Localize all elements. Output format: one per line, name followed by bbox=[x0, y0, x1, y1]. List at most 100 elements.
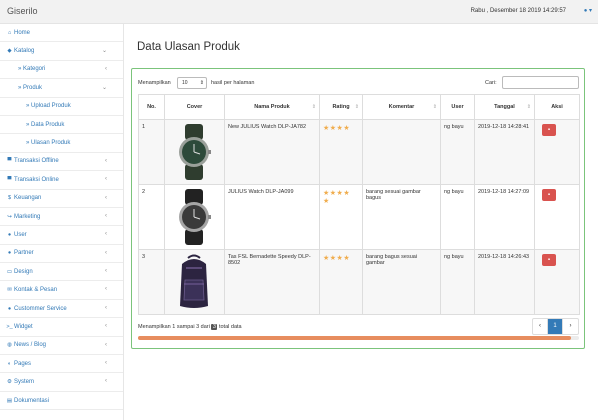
pagination-page-button[interactable]: 1 bbox=[548, 319, 563, 334]
sort-icon: ⇕ bbox=[432, 104, 437, 110]
home-icon: ⌂ bbox=[7, 29, 12, 36]
rating-stars: ★★★★ ★ bbox=[323, 190, 351, 205]
total-count-badge: 3 bbox=[211, 324, 218, 330]
pagination: ‹ 1 › bbox=[532, 318, 579, 335]
dollar-icon: $ bbox=[7, 195, 12, 202]
users-icon: ● bbox=[7, 250, 12, 257]
cell-comment bbox=[362, 119, 441, 185]
sidebar-item-keuangan[interactable]: $ Keuangan ‹ bbox=[0, 190, 123, 208]
cell-no: 3 bbox=[138, 249, 165, 315]
column-header-date[interactable]: Tanggal ⇕ bbox=[474, 94, 535, 120]
sidebar-item-produk[interactable]: » Produk ⌄ bbox=[0, 79, 123, 98]
chevron-left-icon: ‹ bbox=[105, 286, 107, 293]
horizontal-scrollbar[interactable] bbox=[138, 336, 579, 340]
cell-action: ▪ bbox=[534, 184, 580, 250]
cell-action: ▪ bbox=[534, 249, 580, 315]
column-header-action[interactable]: Aksi bbox=[534, 94, 580, 120]
globe-icon: ◍ bbox=[7, 342, 12, 349]
page-title: Data Ulasan Produk bbox=[137, 41, 240, 53]
table-row: 3 Tas FSL Bernadette Speedy DLP-8502 ★★★… bbox=[138, 249, 580, 315]
sidebar-item-kontak-pesan[interactable]: ✉ Kontak & Pesan ‹ bbox=[0, 281, 123, 300]
cell-date: 2019-12-18 14:27:09 bbox=[474, 184, 535, 250]
sidebar-item-widget[interactable]: >_ Widget ‹ bbox=[0, 318, 123, 337]
sidebar-item-data-produk[interactable]: » Data Produk bbox=[0, 116, 123, 135]
caret-down-icon: ▾ bbox=[588, 8, 592, 14]
scrollbar-thumb[interactable] bbox=[138, 336, 571, 340]
chevron-left-icon: ‹ bbox=[105, 65, 107, 72]
toggle-icon: ◐ bbox=[7, 360, 12, 367]
sidebar-item-kategori[interactable]: » Kategori ‹ bbox=[0, 61, 123, 80]
cell-no: 1 bbox=[138, 119, 165, 185]
sort-icon: ⇕ bbox=[526, 104, 531, 110]
trash-icon: ▪ bbox=[547, 257, 551, 263]
entries-per-page-select[interactable]: 10 ⇕ bbox=[177, 77, 207, 89]
cell-comment: barang sesuai gambar bagus bbox=[362, 184, 441, 250]
cell-user: ng bayu bbox=[440, 249, 475, 315]
top-navbar: Giserilo Rabu , Desember 18 2019 14:29:5… bbox=[0, 0, 598, 24]
delete-button[interactable]: ▪ bbox=[542, 254, 556, 266]
column-header-no[interactable]: No. bbox=[138, 94, 165, 120]
sidebar-item-news-blog[interactable]: ◍ News / Blog ‹ bbox=[0, 337, 123, 356]
sidebar-item-transaksi-offline[interactable]: ▀ Transaksi Offline ‹ bbox=[0, 153, 123, 172]
reviews-panel: Menampilkan 10 ⇕ hasil per halaman Cari: … bbox=[131, 68, 585, 349]
column-header-rating[interactable]: Rating ⇕ bbox=[319, 94, 363, 120]
chevron-down-icon: ⌄ bbox=[101, 48, 107, 55]
user-icon: ● bbox=[7, 231, 12, 238]
sidebar-item-upload-produk[interactable]: » Upload Produk bbox=[0, 98, 123, 116]
pagination-next-button[interactable]: › bbox=[563, 319, 578, 334]
sidebar-item-design[interactable]: ▭ Design ‹ bbox=[0, 263, 123, 282]
cell-product-name: JULIUS Watch DLP-JA099 bbox=[224, 184, 320, 250]
entries-prefix-label: Menampilkan bbox=[138, 80, 171, 86]
brand-logo[interactable]: Giserilo bbox=[7, 6, 38, 16]
sidebar-item-marketing[interactable]: ↪ Marketing ‹ bbox=[0, 208, 123, 227]
table-row: 2 JULIUS Watch DLP-JA099 ★★★★ ★ barang s… bbox=[138, 184, 580, 250]
chevron-left-icon: ‹ bbox=[105, 341, 107, 348]
current-datetime: Rabu , Desember 18 2019 14:29:57 bbox=[470, 8, 566, 14]
sidebar-item-partner[interactable]: ● Partner ‹ bbox=[0, 245, 123, 264]
delete-button[interactable]: ▪ bbox=[542, 124, 556, 136]
sidebar-item-system[interactable]: ⚙ System ‹ bbox=[0, 373, 123, 392]
chevron-left-icon: ‹ bbox=[105, 249, 107, 256]
sidebar-item-ulasan-produk[interactable]: » Ulasan Produk bbox=[0, 134, 123, 153]
column-header-comment[interactable]: Komentar ⇕ bbox=[362, 94, 441, 120]
delete-button[interactable]: ▪ bbox=[542, 189, 556, 201]
cell-product-name: Tas FSL Bernadette Speedy DLP-8502 bbox=[224, 249, 320, 315]
cell-date: 2019-12-18 14:26:43 bbox=[474, 249, 535, 315]
sidebar: ⌂ Home ◆ Katalog ⌄ » Kategori ‹ » Produk ⌄ » … bbox=[0, 24, 124, 420]
cell-user: ng bayu bbox=[440, 119, 475, 185]
column-header-product-name[interactable]: Nama Produk ⇕ bbox=[224, 94, 320, 120]
share-icon: ↪ bbox=[7, 213, 12, 220]
sidebar-item-home[interactable]: ⌂ Home bbox=[0, 24, 123, 43]
chevron-left-icon: ‹ bbox=[105, 304, 107, 311]
column-header-user[interactable]: User bbox=[440, 94, 475, 120]
cell-date: 2019-12-18 14:28:41 bbox=[474, 119, 535, 185]
chevron-left-icon: ‹ bbox=[105, 323, 107, 330]
chevron-left-icon: ‹ bbox=[105, 157, 107, 164]
chevron-down-icon: ⌄ bbox=[101, 85, 107, 92]
cell-cover bbox=[164, 249, 225, 315]
search-label: Cari: bbox=[485, 80, 497, 86]
reviews-table: No. Cover Nama Produk ⇕ Rating ⇕ Komentar ⇕… bbox=[138, 94, 580, 315]
cell-no: 2 bbox=[138, 184, 165, 250]
sidebar-item-pages[interactable]: ◐ Pages ‹ bbox=[0, 355, 123, 374]
cell-rating: ★★★★ bbox=[319, 249, 363, 315]
trash-icon: ▪ bbox=[547, 192, 551, 198]
search-input[interactable] bbox=[502, 76, 579, 89]
comments-icon: ● bbox=[7, 305, 12, 312]
chevron-left-icon: ‹ bbox=[105, 268, 107, 275]
user-menu[interactable]: ● ▾ bbox=[584, 7, 592, 14]
cell-product-name: New JULIUS Watch DLP-JA782 bbox=[224, 119, 320, 185]
main-content: Data Ulasan Produk Menampilkan 10 ⇕ hasil… bbox=[124, 24, 598, 420]
entries-suffix-label: hasil per halaman bbox=[211, 80, 255, 86]
desktop-icon: ▭ bbox=[6, 268, 13, 275]
sidebar-item-customer-service[interactable]: ● Custommer Service ‹ bbox=[0, 300, 123, 319]
pagination-prev-button[interactable]: ‹ bbox=[533, 319, 548, 334]
backpack-image bbox=[180, 254, 208, 308]
sidebar-item-user[interactable]: ● User ‹ bbox=[0, 226, 123, 245]
cell-rating: ★★★★ bbox=[319, 119, 363, 185]
sidebar-item-katalog[interactable]: ◆ Katalog ⌄ bbox=[0, 42, 123, 61]
file-icon: ▤ bbox=[6, 397, 13, 404]
sidebar-item-transaksi-online[interactable]: ▀ Transaksi Online ‹ bbox=[0, 171, 123, 190]
terminal-icon: >_ bbox=[6, 323, 13, 330]
sidebar-item-dokumentasi[interactable]: ▤ Dokumentasi bbox=[0, 392, 123, 411]
